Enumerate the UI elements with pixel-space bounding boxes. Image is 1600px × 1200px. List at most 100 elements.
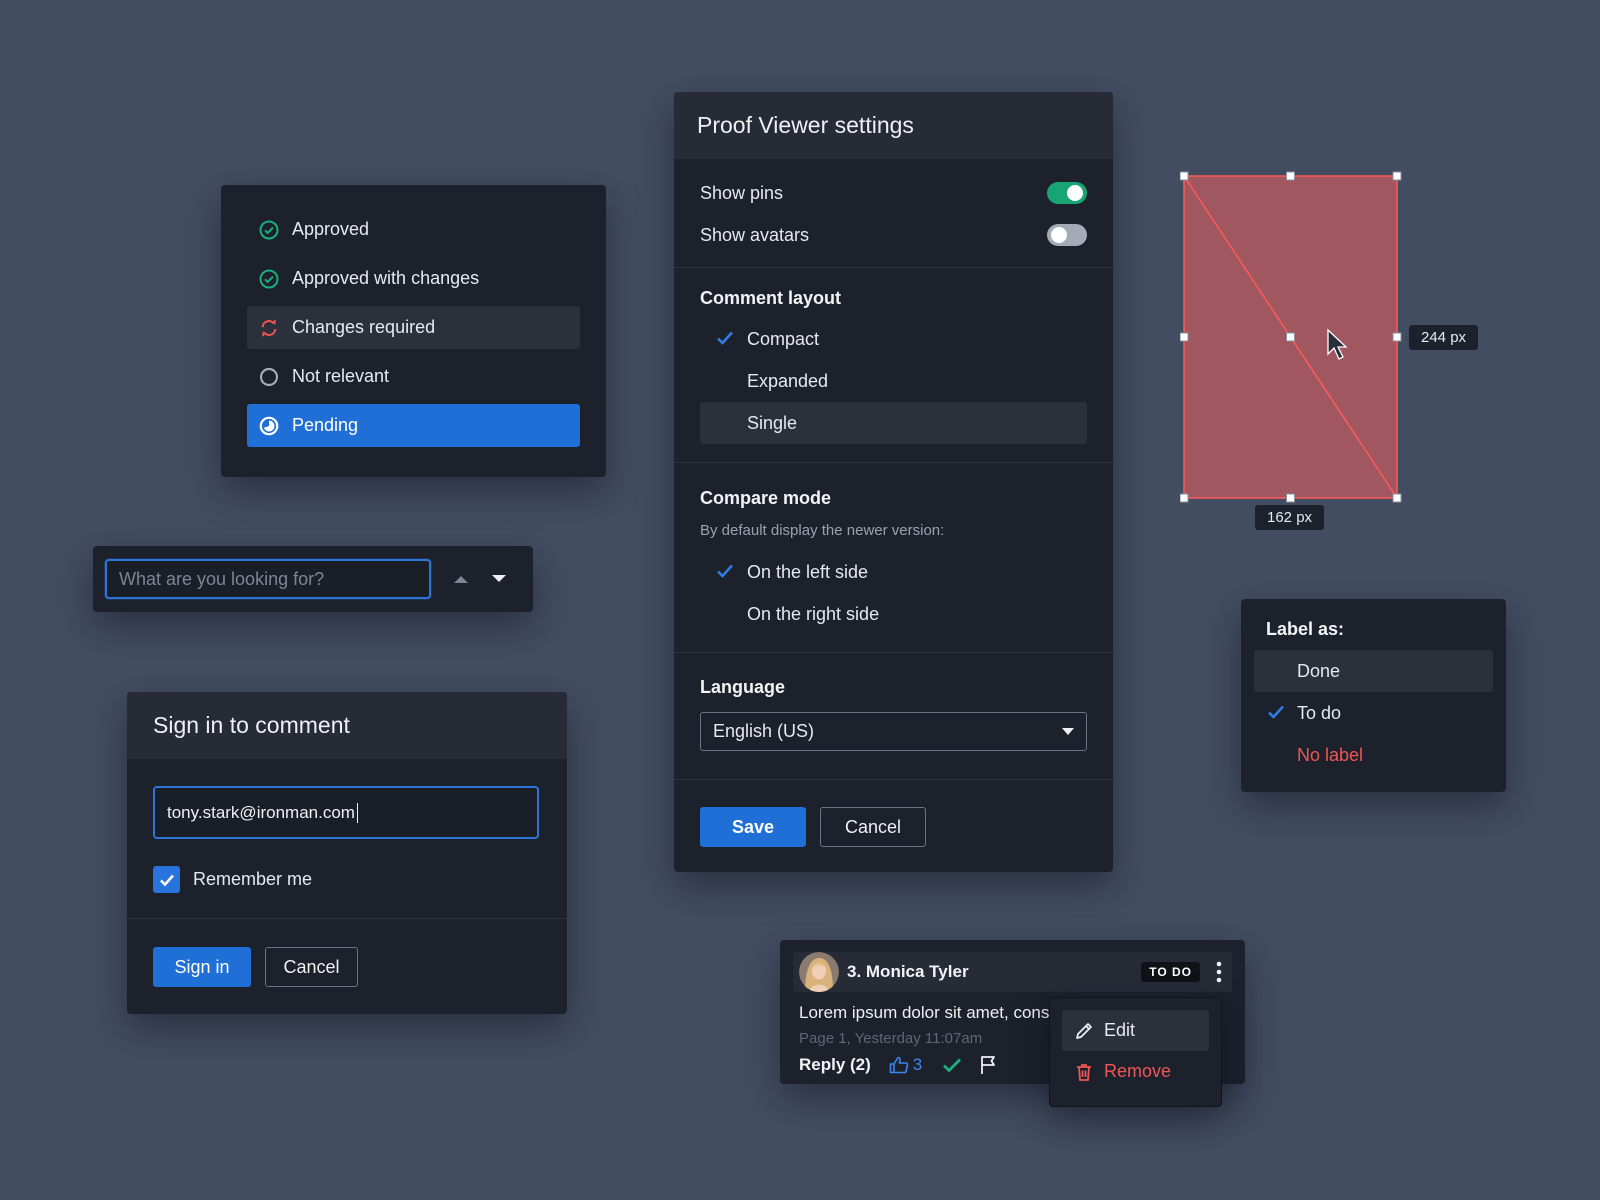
- search-input[interactable]: [105, 559, 431, 599]
- like-button[interactable]: 3: [889, 1055, 922, 1075]
- compare-option-right[interactable]: On the right side: [700, 593, 1087, 635]
- label-option-to-do[interactable]: To do: [1254, 692, 1493, 734]
- layout-option-expanded[interactable]: Expanded: [700, 360, 1087, 402]
- checkmark-icon: [717, 331, 733, 345]
- show-avatars-toggle[interactable]: [1047, 224, 1087, 246]
- settings-dialog: Proof Viewer settings Show pins Show ava…: [674, 92, 1113, 872]
- email-value: tony.stark@ironman.com: [167, 802, 355, 822]
- check-circle-icon: [259, 269, 279, 289]
- divider: [674, 462, 1113, 463]
- status-item-approved-with-changes[interactable]: Approved with changes: [247, 257, 580, 300]
- layout-option-single[interactable]: Single: [700, 402, 1087, 444]
- comment-author: 3. Monica Tyler: [847, 962, 969, 981]
- settings-title: Proof Viewer settings: [674, 92, 1113, 159]
- status-badge: TO DO: [1141, 962, 1200, 982]
- divider: [127, 918, 567, 919]
- status-item-pending[interactable]: Pending: [247, 404, 580, 447]
- compare-option-left[interactable]: On the left side: [700, 551, 1087, 593]
- status-item-changes-required[interactable]: Changes required: [247, 306, 580, 349]
- option-label: Done: [1297, 660, 1341, 681]
- remember-me-checkbox[interactable]: [153, 866, 180, 893]
- remove-menu-item[interactable]: Remove: [1062, 1051, 1209, 1092]
- status-item-label: Approved with changes: [292, 268, 480, 288]
- show-pins-toggle[interactable]: [1047, 182, 1087, 204]
- option-label: Expanded: [747, 370, 829, 391]
- signin-dialog: Sign in to comment tony.stark@ironman.co…: [127, 692, 567, 1014]
- resolve-button[interactable]: [942, 1057, 962, 1073]
- trash-icon: [1074, 1062, 1094, 1082]
- like-count: 3: [912, 1055, 923, 1074]
- language-select[interactable]: English (US): [700, 712, 1087, 751]
- status-menu: Approved Approved with changes Changes r…: [221, 185, 606, 477]
- show-pins-label: Show pins: [700, 182, 784, 203]
- option-label: Single: [747, 412, 798, 433]
- remember-me-label: Remember me: [193, 869, 313, 889]
- signin-title: Sign in to comment: [127, 692, 567, 759]
- show-avatars-label: Show avatars: [700, 224, 810, 245]
- pencil-icon: [1074, 1021, 1094, 1041]
- remove-label: Remove: [1104, 1061, 1172, 1081]
- compare-mode-helper: By default display the newer version:: [700, 522, 945, 539]
- status-item-not-relevant[interactable]: Not relevant: [247, 355, 580, 398]
- layout-option-compact[interactable]: Compact: [700, 318, 1087, 360]
- previous-result-button[interactable]: [443, 559, 479, 599]
- option-label: Compact: [747, 328, 820, 349]
- comment-layout-title: Comment layout: [700, 288, 842, 308]
- search-bar: [93, 546, 533, 612]
- save-button[interactable]: Save: [700, 807, 806, 847]
- show-pins-row: Show pins: [700, 182, 1087, 204]
- language-value: English (US): [713, 721, 815, 741]
- next-result-button[interactable]: [481, 559, 517, 599]
- option-label: On the right side: [747, 603, 880, 624]
- label-menu: Label as: Done To do No label: [1241, 599, 1506, 792]
- check-icon: [943, 1058, 962, 1073]
- label-menu-title: Label as:: [1266, 619, 1345, 639]
- width-dimension-label: 162 px: [1255, 505, 1325, 530]
- thumbs-up-icon: [889, 1056, 909, 1074]
- empty-circle-icon: [259, 367, 279, 387]
- option-label: On the left side: [747, 561, 869, 582]
- context-menu: Edit Remove: [1049, 997, 1222, 1107]
- sign-in-button[interactable]: Sign in: [153, 947, 251, 987]
- cancel-button[interactable]: Cancel: [820, 807, 926, 847]
- reply-button[interactable]: Reply (2): [799, 1055, 871, 1075]
- edit-label: Edit: [1104, 1020, 1136, 1040]
- compare-mode-title: Compare mode: [700, 488, 832, 508]
- status-item-label: Not relevant: [292, 366, 390, 386]
- show-avatars-row: Show avatars: [700, 224, 1087, 246]
- avatar[interactable]: [799, 952, 839, 992]
- label-option-done[interactable]: Done: [1254, 650, 1493, 692]
- option-label: No label: [1297, 744, 1364, 765]
- half-circle-icon: [259, 416, 279, 436]
- chevron-down-icon: [492, 575, 506, 582]
- checkmark-icon: [159, 874, 174, 886]
- cancel-button[interactable]: Cancel: [265, 947, 358, 987]
- chevron-down-icon: [1062, 728, 1074, 735]
- divider: [674, 779, 1113, 780]
- status-item-label: Changes required: [292, 317, 436, 337]
- comment-header: 3. Monica Tyler TO DO: [793, 952, 1232, 992]
- status-item-approved[interactable]: Approved: [247, 208, 580, 251]
- checkmark-icon: [1268, 705, 1284, 719]
- checkmark-icon: [717, 564, 733, 578]
- status-item-label: Approved: [292, 219, 370, 239]
- label-option-no-label[interactable]: No label: [1254, 734, 1493, 776]
- selected-rectangle[interactable]: [1180, 170, 1490, 540]
- height-dimension-label: 244 px: [1409, 325, 1479, 350]
- shape-selection: 244 px 162 px: [1180, 170, 1490, 540]
- edit-menu-item[interactable]: Edit: [1062, 1010, 1209, 1051]
- refresh-icon: [259, 318, 279, 338]
- remember-me-row[interactable]: Remember me: [153, 866, 312, 893]
- flag-button[interactable]: [980, 1055, 998, 1075]
- language-title: Language: [700, 677, 786, 697]
- divider: [674, 267, 1113, 268]
- email-field[interactable]: tony.stark@ironman.com: [153, 786, 539, 839]
- check-circle-icon: [259, 220, 279, 240]
- more-options-icon[interactable]: [1216, 961, 1222, 983]
- option-label: To do: [1297, 702, 1342, 723]
- text-cursor: [356, 802, 358, 823]
- divider: [674, 652, 1113, 653]
- chevron-up-icon: [454, 576, 468, 583]
- status-item-label: Pending: [292, 415, 359, 435]
- flag-icon: [981, 1056, 996, 1074]
